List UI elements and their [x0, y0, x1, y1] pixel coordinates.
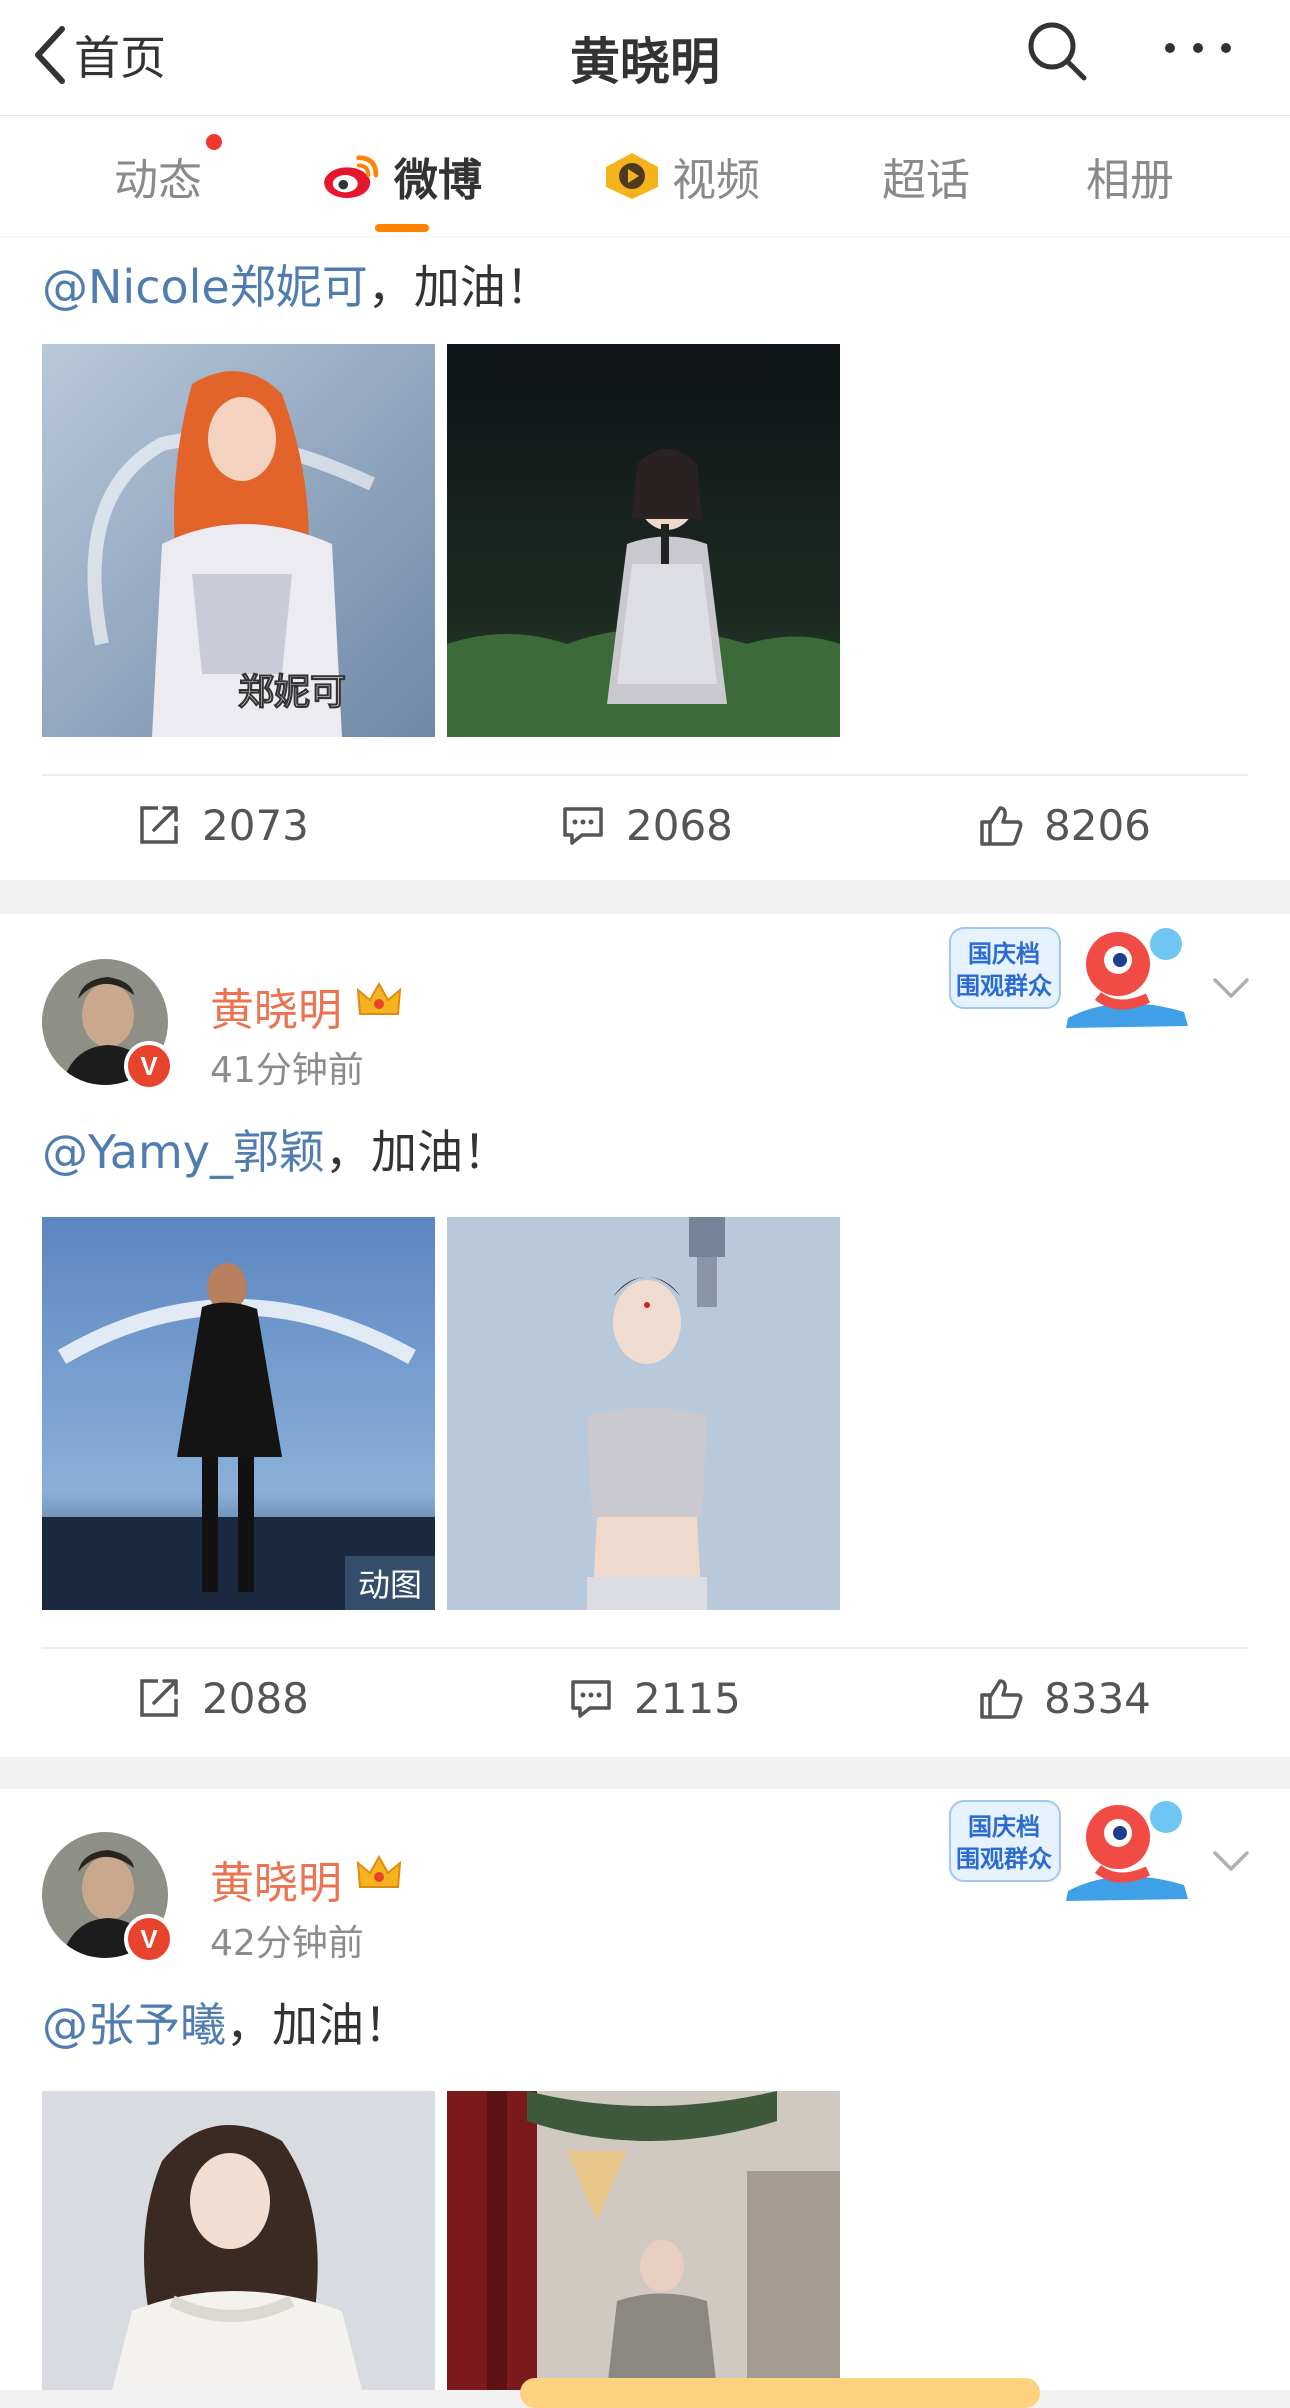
- verified-badge-icon: V: [124, 1041, 174, 1091]
- like-count: 8206: [1044, 800, 1151, 850]
- repost-button[interactable]: 2073: [136, 790, 309, 860]
- tab-super-topic[interactable]: 超话: [882, 116, 970, 236]
- post-card: V 黄晓明 41分钟前 国庆档 围观群众 @Yamy_郭颖，加油！ 动图 208…: [0, 914, 1290, 1757]
- chevron-down-icon[interactable]: [1212, 1849, 1250, 1873]
- weibo-logo-icon: [324, 155, 379, 199]
- post-image[interactable]: [447, 344, 840, 737]
- author-name[interactable]: 黄晓明: [210, 974, 342, 1038]
- post-image[interactable]: 动图: [42, 1217, 435, 1610]
- mention-link[interactable]: @Yamy_郭颖: [42, 1125, 325, 1179]
- tab-dynamic[interactable]: 动态: [114, 116, 222, 236]
- post-time: 41分钟前: [210, 1050, 364, 1091]
- tab-video[interactable]: 视频: [604, 116, 760, 236]
- active-tab-indicator: [375, 224, 429, 232]
- tab-label: 视频: [672, 155, 760, 206]
- image-overlay-text: 郑妮可: [238, 672, 346, 713]
- post-text-suffix: ，加油！: [367, 260, 552, 314]
- page-title: 黄晓明: [570, 33, 720, 91]
- notification-dot: [206, 134, 222, 150]
- photo-singer-on-stage: [447, 344, 840, 737]
- tab-weibo[interactable]: 微博: [322, 116, 482, 236]
- like-button[interactable]: 8334: [978, 1663, 1151, 1733]
- post-text-suffix: ，加油！: [226, 1998, 410, 2052]
- like-icon: [980, 1679, 1023, 1719]
- photo-model-white-sweater: [42, 2091, 435, 2390]
- post-image[interactable]: [447, 1217, 840, 1610]
- crown-icon: [356, 1854, 402, 1888]
- like-icon: [980, 806, 1023, 846]
- post-card: V 黄晓明 42分钟前 国庆档 围观群众 @张予曦，加油！: [0, 1789, 1290, 2390]
- tab-label: 相册: [1086, 155, 1174, 206]
- more-icon[interactable]: [1160, 28, 1236, 68]
- repost-icon: [140, 1679, 178, 1717]
- verified-badge-icon: V: [124, 1914, 174, 1964]
- repost-count: 2088: [202, 1673, 309, 1723]
- national-day-sticker: 国庆档 围观群众: [949, 1800, 1188, 1901]
- repost-count: 2073: [202, 800, 309, 850]
- like-button[interactable]: 8206: [978, 790, 1151, 860]
- comment-button[interactable]: 2068: [560, 790, 733, 860]
- chevron-down-icon[interactable]: [1212, 976, 1250, 1000]
- gif-badge: 动图: [345, 1556, 435, 1610]
- post-image[interactable]: [447, 2091, 840, 2390]
- like-count: 8334: [1044, 1673, 1151, 1723]
- comment-icon: [563, 807, 603, 845]
- crown-icon: [356, 981, 402, 1015]
- post-text: @Nicole郑妮可，加油！: [42, 251, 552, 317]
- divider: [42, 1647, 1248, 1649]
- post-image[interactable]: 郑妮可: [42, 344, 435, 737]
- post-time: 42分钟前: [210, 1923, 364, 1964]
- repost-icon: [140, 806, 178, 844]
- post-text: @Yamy_郭颖，加油！: [42, 1116, 509, 1182]
- svg-text:国庆档: 国庆档: [968, 1813, 1040, 1841]
- photo-model-red-curtain-room: [447, 2091, 840, 2390]
- repost-button[interactable]: 2088: [136, 1663, 309, 1733]
- post-text-suffix: ，加油！: [325, 1125, 509, 1179]
- svg-text:围观群众: 围观群众: [956, 972, 1052, 1000]
- comment-count: 2115: [634, 1673, 741, 1723]
- svg-text:国庆档: 国庆档: [968, 940, 1040, 968]
- search-icon[interactable]: [1024, 18, 1090, 84]
- divider: [42, 774, 1248, 776]
- tab-label: 超话: [882, 155, 970, 206]
- national-day-sticker: 国庆档 围观群众: [949, 927, 1188, 1028]
- post-image[interactable]: [42, 2091, 435, 2390]
- photo-model-black-leather: [42, 1217, 435, 1610]
- svg-text:围观群众: 围观群众: [956, 1845, 1052, 1873]
- comment-button[interactable]: 2115: [568, 1663, 741, 1733]
- video-icon: [606, 153, 658, 199]
- photo-model-silver-top: [447, 1217, 840, 1610]
- profile-tabs: 动态 微博 视频 超话 相册: [0, 116, 1290, 236]
- author-name[interactable]: 黄晓明: [210, 1847, 342, 1911]
- comment-count: 2068: [626, 800, 733, 850]
- mention-link[interactable]: @Nicole郑妮可: [42, 260, 368, 314]
- tab-label: 微博: [394, 155, 482, 206]
- bottom-hint-bar: [520, 2378, 1040, 2408]
- mention-link[interactable]: @张予曦: [42, 1998, 226, 2052]
- post-card: @Nicole郑妮可，加油！ 郑妮可 2073 2068 8206: [0, 237, 1290, 880]
- top-navigation-bar: 首页 黄晓明: [0, 0, 1290, 116]
- tab-album[interactable]: 相册: [1086, 116, 1174, 236]
- comment-icon: [571, 1680, 611, 1718]
- photo-orange-hair-singer: 郑妮可: [42, 344, 435, 737]
- tab-label: 动态: [114, 155, 202, 206]
- post-text: @张予曦，加油！: [42, 1989, 410, 2055]
